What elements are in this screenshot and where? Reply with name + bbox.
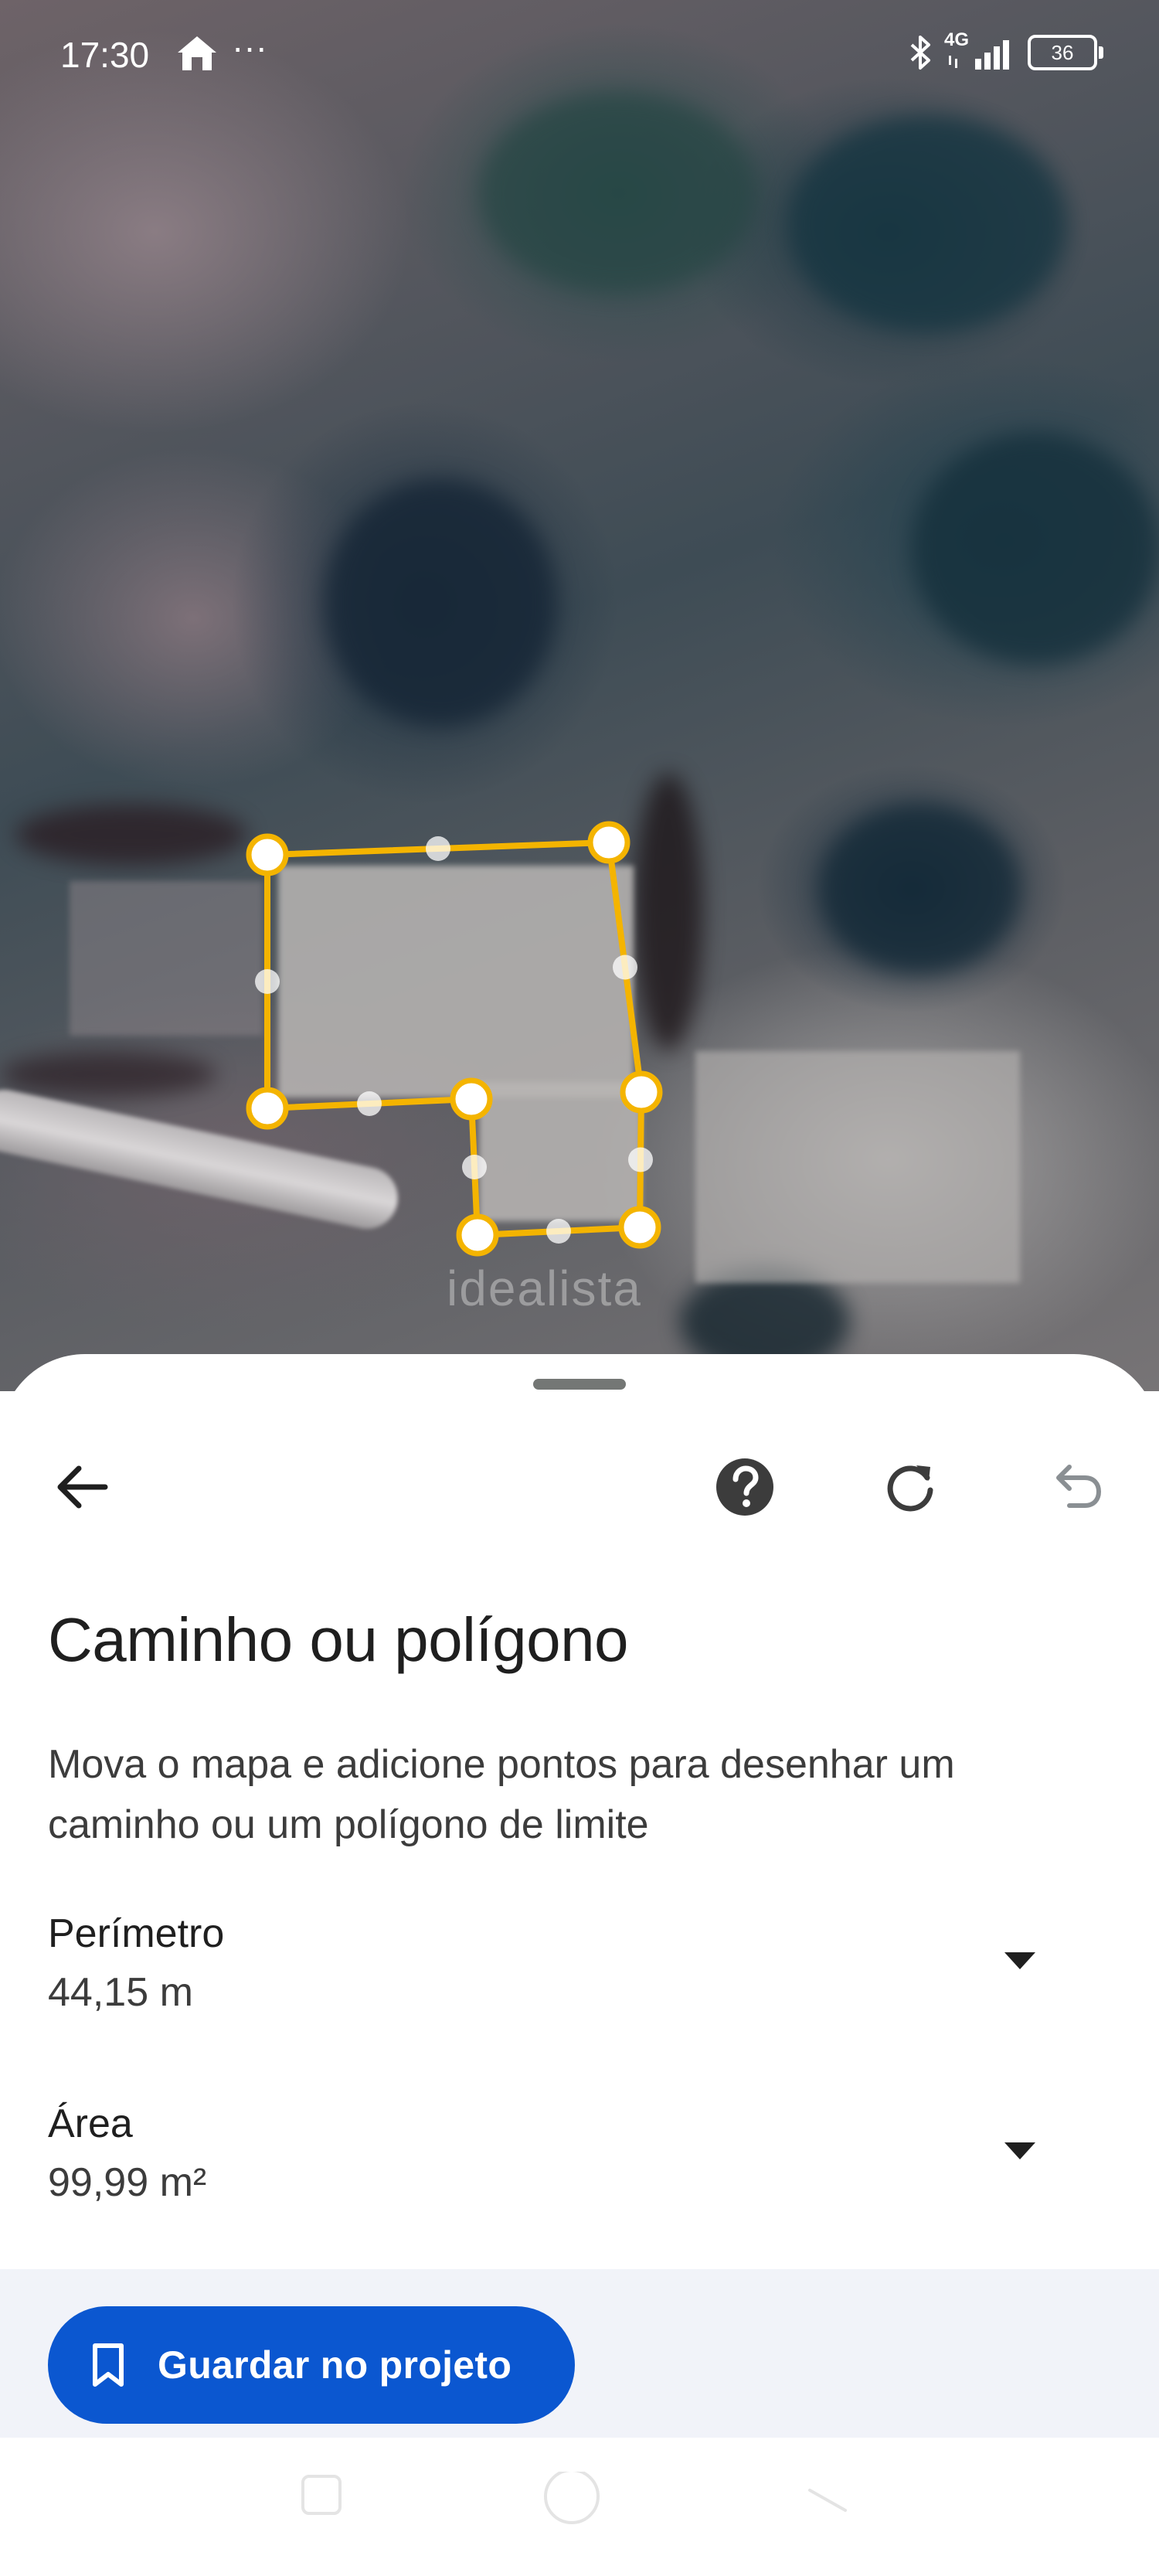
dropdown-arrow-icon[interactable] — [997, 1937, 1043, 1983]
polygon-midpoint-handle[interactable] — [462, 1155, 487, 1179]
arrow-left-icon — [57, 1465, 108, 1509]
polygon-vertex-handle[interactable] — [618, 1206, 661, 1249]
bottom-sheet: Caminho ou polígono Mova o mapa e adicio… — [0, 1354, 1159, 2576]
dropdown-arrow-icon[interactable] — [997, 2127, 1043, 2173]
polygon-midpoint-handle[interactable] — [546, 1219, 571, 1244]
status-bar: 17:30 ··· 4G 36 — [0, 23, 1159, 85]
help-circle-icon — [716, 1458, 773, 1516]
area-label: Área — [48, 2101, 133, 2146]
help-button[interactable] — [706, 1448, 783, 1526]
perimeter-value: 44,15 m — [48, 1970, 193, 2015]
area-value: 99,99 m² — [48, 2160, 207, 2205]
status-time: 17:30 — [60, 35, 150, 75]
polygon-midpoint-handle[interactable] — [613, 955, 637, 980]
polygon-outline — [264, 839, 644, 1238]
save-to-project-button[interactable]: Guardar no projeto — [48, 2306, 575, 2424]
battery-level: 36 — [1051, 41, 1074, 64]
bookmark-icon — [93, 2343, 124, 2387]
polygon-vertex-handle[interactable] — [456, 1213, 499, 1257]
status-more-indicator: ··· — [232, 27, 267, 67]
area-row[interactable]: Área 99,99 m² — [0, 2101, 1159, 2255]
measurement-polygon — [246, 821, 663, 1257]
signal-icon: 4G — [944, 29, 1017, 71]
drag-handle[interactable] — [533, 1379, 626, 1390]
sheet-footer: Guardar no projeto — [0, 2269, 1159, 2438]
refresh-icon — [887, 1465, 933, 1512]
undo-icon — [1056, 1465, 1101, 1508]
polygon-vertex-handle[interactable] — [587, 821, 630, 864]
instructions-text: Mova o mapa e adicione pontos para desen… — [48, 1742, 955, 1847]
polygon-midpoint-handle[interactable] — [357, 1091, 382, 1116]
polygon-midpoint-handle[interactable] — [426, 836, 450, 861]
polygon-midpoint-handle[interactable] — [628, 1147, 653, 1172]
recent-apps-icon[interactable] — [298, 2472, 345, 2518]
polygon-vertex-handle[interactable] — [620, 1070, 663, 1114]
polygon-vertex-handle[interactable] — [246, 1087, 289, 1130]
status-right-group: 4G 36 — [907, 29, 1103, 71]
perimeter-label: Perímetro — [48, 1911, 225, 1956]
undo-button[interactable] — [1038, 1448, 1116, 1526]
satellite-map[interactable]: idealista — [0, 0, 1159, 1391]
page-title: Caminho ou polígono — [48, 1605, 629, 1674]
bluetooth-icon — [910, 36, 930, 70]
polygon-vertex-handle[interactable] — [450, 1077, 493, 1121]
back-button[interactable] — [43, 1448, 121, 1526]
signal-bars — [949, 40, 1009, 70]
home-circle-icon[interactable] — [541, 2472, 603, 2533]
perimeter-row[interactable]: Perímetro 44,15 m — [0, 1911, 1159, 2065]
home-icon — [178, 36, 216, 70]
polygon-midpoint-handle[interactable] — [255, 969, 280, 994]
system-nav-bar — [0, 2438, 1159, 2576]
save-button-label: Guardar no projeto — [158, 2343, 512, 2387]
back-nav-icon[interactable] — [804, 2472, 850, 2518]
polygon-vertex-handle[interactable] — [246, 833, 289, 876]
battery-icon: 36 — [1028, 35, 1103, 70]
refresh-button[interactable] — [872, 1448, 949, 1526]
